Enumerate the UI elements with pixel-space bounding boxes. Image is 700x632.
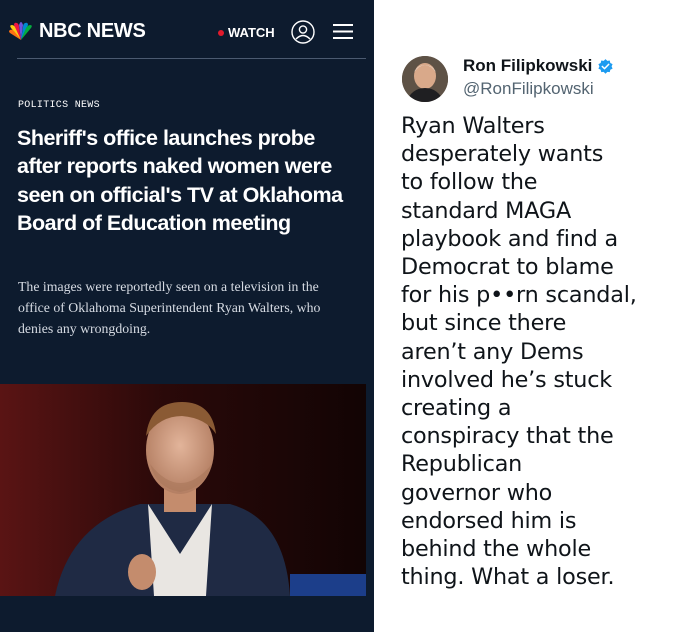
tweet-line: for his p••rn scandal, [401,282,637,309]
header-divider [17,58,366,59]
avatar[interactable] [402,56,448,102]
tweet-line: involved he’s stuck [401,366,613,393]
tweet-line: Democrat to blame [401,254,614,281]
tweet-line: standard MAGA [401,197,572,224]
tweet-line: playbook and find a [401,225,618,252]
tweet-line: to follow the [401,169,538,196]
tweet-line: but since there [401,310,567,337]
menu-icon[interactable] [333,23,353,40]
watch-label: WATCH [228,25,275,40]
tweet-line: governor who [401,479,553,506]
nbc-header: NBC NEWS WATCH [0,0,374,62]
tweet-line: aren’t any Dems [401,338,584,365]
tweet-line: endorsed him is [401,507,577,534]
author-name-row[interactable]: Ron Filipkowski [463,56,614,76]
tweet-line: Republican [401,451,523,478]
peacock-logo-icon [9,21,32,40]
tweet-text: Ryan Walters desperately wants to follow… [401,112,697,591]
article-headline: Sheriff's office launches probe after re… [17,126,343,236]
article-hero-image [0,384,366,596]
section-kicker[interactable]: POLITICS NEWS [18,100,100,111]
tweet-line: behind the whole [401,536,591,563]
author-handle[interactable]: @RonFilipkowski [463,79,594,99]
tweet-line: Ryan Walters [401,113,545,139]
watch-button[interactable]: WATCH [218,25,275,40]
account-icon[interactable] [291,20,315,44]
author-name: Ron Filipkowski [463,56,593,75]
article-dek: The images were reportedly seen on a tel… [18,279,321,336]
brand-name: NBC NEWS [39,20,146,42]
tweet-line: thing. What a loser. [401,564,615,591]
nbc-article-panel: NBC NEWS WATCH POLITICS NEWS Sheriff's o… [0,0,374,632]
verified-badge-icon [598,58,613,74]
tweet-line: desperately wants [401,141,604,168]
tweet-line: creating a [401,395,512,422]
tweet-card: Ron Filipkowski @RonFilipkowski Ryan Wal… [374,0,700,632]
live-dot-icon [218,29,224,36]
nbc-logo[interactable]: NBC NEWS [8,20,146,43]
tweet-line: conspiracy that the [401,423,614,450]
